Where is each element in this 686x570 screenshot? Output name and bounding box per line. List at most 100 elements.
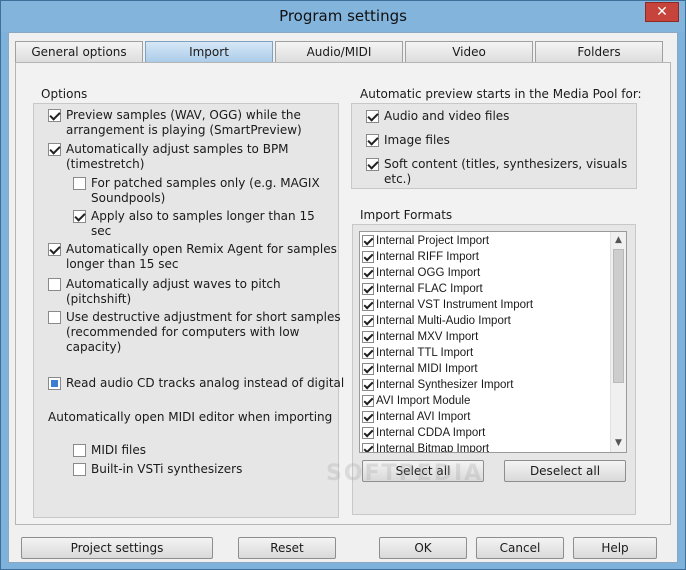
patched-samples-label-line2: Soundpools) [91, 191, 166, 205]
list-item-label: Internal Bitmap Import [376, 443, 490, 453]
smartpreview-checkbox[interactable] [48, 109, 61, 122]
list-item-label: Internal FLAC Import [376, 283, 483, 295]
image-files-checkbox[interactable] [366, 134, 379, 147]
list-item-checkbox[interactable] [362, 331, 374, 343]
list-item-label: Internal TTL Import [376, 347, 474, 359]
soft-content-label: Soft content (titles, synthesizers, visu… [384, 157, 628, 171]
destructive-adjustment-label-line3: capacity) [66, 340, 122, 354]
audio-video-files-checkbox[interactable] [366, 110, 379, 123]
list-item[interactable]: Internal OGG Import [362, 265, 608, 281]
list-item-checkbox[interactable] [362, 363, 374, 375]
list-item-checkbox[interactable] [362, 379, 374, 391]
project-settings-button[interactable]: Project settings [21, 537, 213, 559]
window-title: Program settings [279, 7, 407, 25]
list-item[interactable]: Internal TTL Import [362, 345, 608, 361]
options-heading: Options [41, 87, 88, 101]
list-item-label: Internal RIFF Import [376, 251, 479, 263]
list-item[interactable]: Internal MXV Import [362, 329, 608, 345]
pitchshift-label: Automatically adjust waves to pitch [66, 277, 281, 291]
import-formats-list[interactable]: Internal Project Import Internal RIFF Im… [359, 231, 627, 453]
patched-samples-label: For patched samples only (e.g. MAGIX [91, 176, 320, 190]
scroll-up-icon[interactable]: ▲ [611, 233, 626, 248]
ok-button[interactable]: OK [379, 537, 467, 559]
destructive-adjustment-label-line2: (recommended for computers with low [66, 325, 300, 339]
watermark: SOFTPEDIA [326, 461, 484, 486]
list-item-label: Internal Multi-Audio Import [376, 315, 511, 327]
image-files-label: Image files [384, 133, 450, 147]
soft-content-label-line2: etc.) [384, 172, 412, 186]
list-item-checkbox[interactable] [362, 283, 374, 295]
vsti-synthesizers-checkbox[interactable] [73, 463, 86, 476]
tab-folders[interactable]: Folders [535, 41, 663, 63]
scroll-thumb[interactable] [613, 249, 624, 383]
reset-button[interactable]: Reset [238, 537, 336, 559]
timestretch-label-line2: (timestretch) [66, 157, 145, 171]
list-item-checkbox[interactable] [362, 395, 374, 407]
list-item[interactable]: Internal Synthesizer Import [362, 377, 608, 393]
remix-agent-checkbox[interactable] [48, 243, 61, 256]
list-item-label: Internal MIDI Import [376, 363, 478, 375]
list-item-label: Internal AVI Import [376, 411, 471, 423]
list-item-label: Internal Project Import [376, 235, 490, 247]
close-icon: ✕ [656, 4, 668, 20]
list-item[interactable]: Internal Bitmap Import [362, 441, 608, 453]
tab-import[interactable]: Import [145, 41, 273, 63]
list-item-checkbox[interactable] [362, 427, 374, 439]
pitchshift-checkbox[interactable] [48, 278, 61, 291]
remix-agent-label-line2: longer than 15 sec [66, 257, 179, 271]
list-item-checkbox[interactable] [362, 235, 374, 247]
list-item[interactable]: Internal MIDI Import [362, 361, 608, 377]
list-item-label: Internal Synthesizer Import [376, 379, 514, 391]
dialog-client: General options Import Audio/MIDI Video … [8, 32, 678, 563]
close-button[interactable]: ✕ [645, 2, 679, 22]
list-item-checkbox[interactable] [362, 251, 374, 263]
list-item-checkbox[interactable] [362, 299, 374, 311]
title-bar[interactable]: Program settings ✕ [1, 1, 685, 32]
list-item-checkbox[interactable] [362, 315, 374, 327]
list-item-label: Internal MXV Import [376, 331, 479, 343]
smartpreview-label-line2: arrangement is playing (SmartPreview) [66, 123, 302, 137]
longer-samples-label: Apply also to samples longer than 15 [91, 209, 315, 223]
list-item[interactable]: Internal AVI Import [362, 409, 608, 425]
list-item-label: Internal CDDA Import [376, 427, 486, 439]
list-item[interactable]: Internal FLAC Import [362, 281, 608, 297]
list-item[interactable]: Internal CDDA Import [362, 425, 608, 441]
list-item-checkbox[interactable] [362, 443, 374, 452]
read-cd-analog-checkbox[interactable] [48, 377, 61, 390]
list-item-label: AVI Import Module [376, 395, 471, 407]
deselect-all-button[interactable]: Deselect all [504, 460, 626, 482]
pitchshift-label-line2: (pitchshift) [66, 292, 132, 306]
list-item[interactable]: Internal Project Import [362, 233, 608, 249]
remix-agent-label: Automatically open Remix Agent for sampl… [66, 242, 337, 256]
list-item-label: Internal VST Instrument Import [376, 299, 534, 311]
list-item-checkbox[interactable] [362, 411, 374, 423]
vsti-synthesizers-label: Built-in VSTi synthesizers [91, 462, 243, 476]
tab-audio-midi[interactable]: Audio/MIDI [275, 41, 403, 63]
midi-editor-heading-text: Automatically open MIDI editor when impo… [48, 410, 333, 424]
tab-general-options[interactable]: General options [15, 41, 143, 63]
patched-samples-checkbox[interactable] [73, 177, 86, 190]
import-list-scrollbar[interactable]: ▲ ▼ [610, 232, 626, 452]
tab-video[interactable]: Video [405, 41, 533, 63]
list-item[interactable]: AVI Import Module [362, 393, 608, 409]
help-button[interactable]: Help [573, 537, 657, 559]
import-formats-heading: Import Formats [360, 208, 453, 222]
scroll-down-icon[interactable]: ▼ [611, 436, 626, 451]
soft-content-checkbox[interactable] [366, 158, 379, 171]
midi-files-checkbox[interactable] [73, 444, 86, 457]
program-settings-window: Program settings ✕ General options Impor… [0, 0, 686, 570]
cancel-button[interactable]: Cancel [476, 537, 564, 559]
audio-video-files-label: Audio and video files [384, 109, 510, 123]
list-item[interactable]: Internal VST Instrument Import [362, 297, 608, 313]
list-item-checkbox[interactable] [362, 267, 374, 279]
list-item-checkbox[interactable] [362, 347, 374, 359]
list-item-label: Internal OGG Import [376, 267, 481, 279]
longer-samples-label-line2: sec [91, 224, 112, 238]
list-item[interactable]: Internal Multi-Audio Import [362, 313, 608, 329]
destructive-adjustment-checkbox[interactable] [48, 311, 61, 324]
auto-preview-group: Audio and video files Image files Soft c… [351, 103, 637, 189]
destructive-adjustment-label: Use destructive adjustment for short sam… [66, 310, 341, 324]
timestretch-checkbox[interactable] [48, 143, 61, 156]
list-item[interactable]: Internal RIFF Import [362, 249, 608, 265]
longer-samples-checkbox[interactable] [73, 210, 86, 223]
